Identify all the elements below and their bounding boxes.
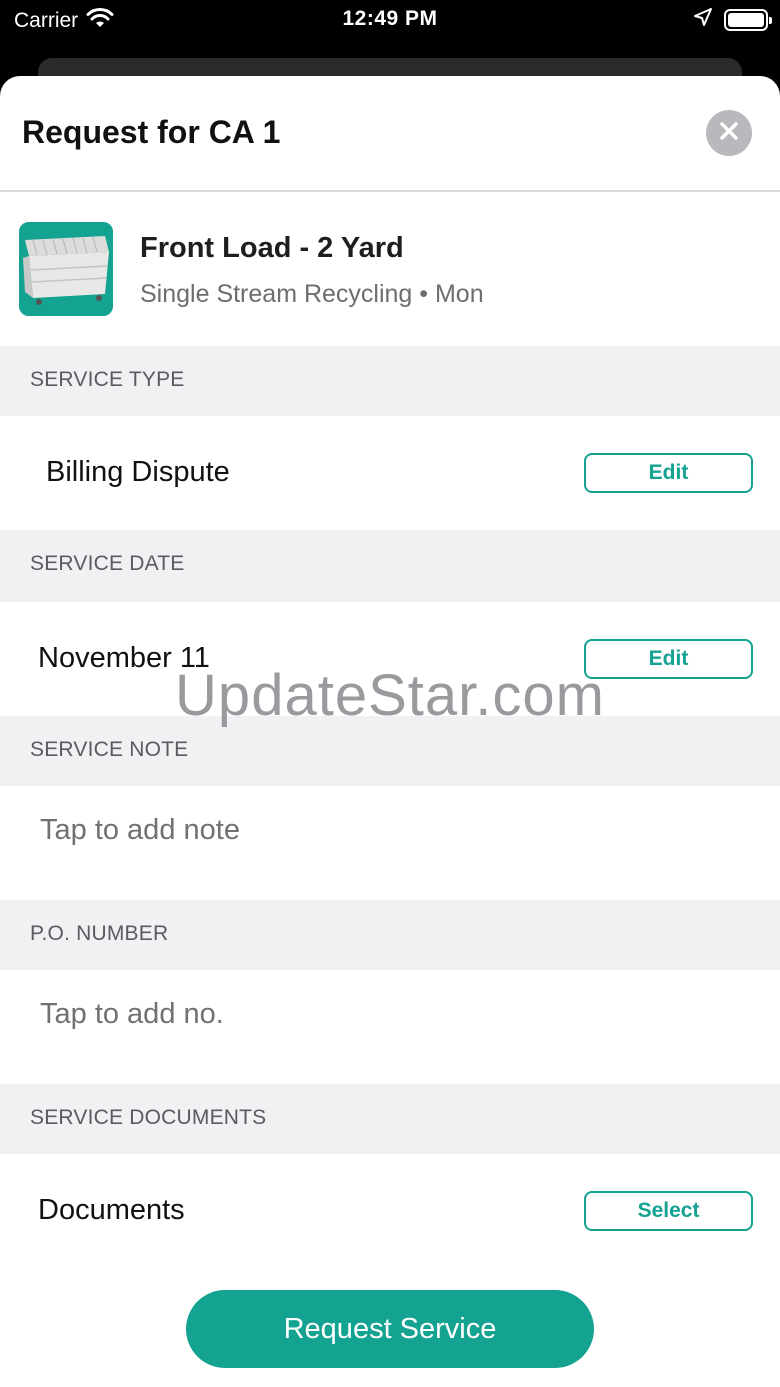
section-header-service-date: SERVICE DATE xyxy=(0,530,780,602)
close-button[interactable] xyxy=(706,110,752,156)
status-right xyxy=(694,8,772,31)
section-header-label: SERVICE TYPE xyxy=(30,368,185,391)
status-bar: Carrier 12:49 PM xyxy=(0,0,780,40)
service-type-value: Billing Dispute xyxy=(46,456,230,488)
request-service-button[interactable]: Request Service xyxy=(186,1290,594,1368)
service-type-row: Billing Dispute Edit xyxy=(0,416,780,530)
section-header-service-documents: SERVICE DOCUMENTS xyxy=(0,1084,780,1154)
edit-service-type-button[interactable]: Edit xyxy=(584,453,753,493)
select-documents-button[interactable]: Select xyxy=(584,1191,753,1231)
sheet-title: Request for CA 1 xyxy=(22,114,281,150)
product-name: Front Load - 2 Yard xyxy=(140,232,404,264)
section-header-label: SERVICE DOCUMENTS xyxy=(30,1106,267,1129)
service-note-row[interactable]: Tap to add note xyxy=(0,786,780,900)
section-header-service-note: SERVICE NOTE xyxy=(0,716,780,786)
request-sheet: Request for CA 1 Front Load - 2 Yard Sin… xyxy=(0,76,780,1387)
product-summary: Front Load - 2 Yard Single Stream Recycl… xyxy=(0,192,780,346)
section-header-label: P.O. NUMBER xyxy=(30,922,169,945)
battery-icon xyxy=(724,8,772,31)
po-number-row[interactable]: Tap to add no. xyxy=(0,970,780,1084)
service-documents-row: Documents Select xyxy=(0,1154,780,1268)
service-date-row: November 11 Edit xyxy=(0,602,780,716)
service-note-input[interactable]: Tap to add note xyxy=(40,814,240,847)
dumpster-icon xyxy=(19,222,113,316)
status-time: 12:49 PM xyxy=(342,7,438,30)
section-header-po-number: P.O. NUMBER xyxy=(0,900,780,970)
section-header-service-type: SERVICE TYPE xyxy=(0,346,780,416)
sheet-header: Request for CA 1 xyxy=(0,76,780,192)
section-header-label: SERVICE DATE xyxy=(30,552,185,575)
edit-service-date-button[interactable]: Edit xyxy=(584,639,753,679)
close-icon xyxy=(719,121,739,146)
section-header-label: SERVICE NOTE xyxy=(30,738,189,761)
documents-label: Documents xyxy=(38,1194,185,1226)
product-subtitle: Single Stream Recycling • Mon xyxy=(140,280,484,308)
service-date-value: November 11 xyxy=(38,642,210,674)
location-arrow-icon xyxy=(694,8,712,31)
po-number-input[interactable]: Tap to add no. xyxy=(40,998,224,1031)
